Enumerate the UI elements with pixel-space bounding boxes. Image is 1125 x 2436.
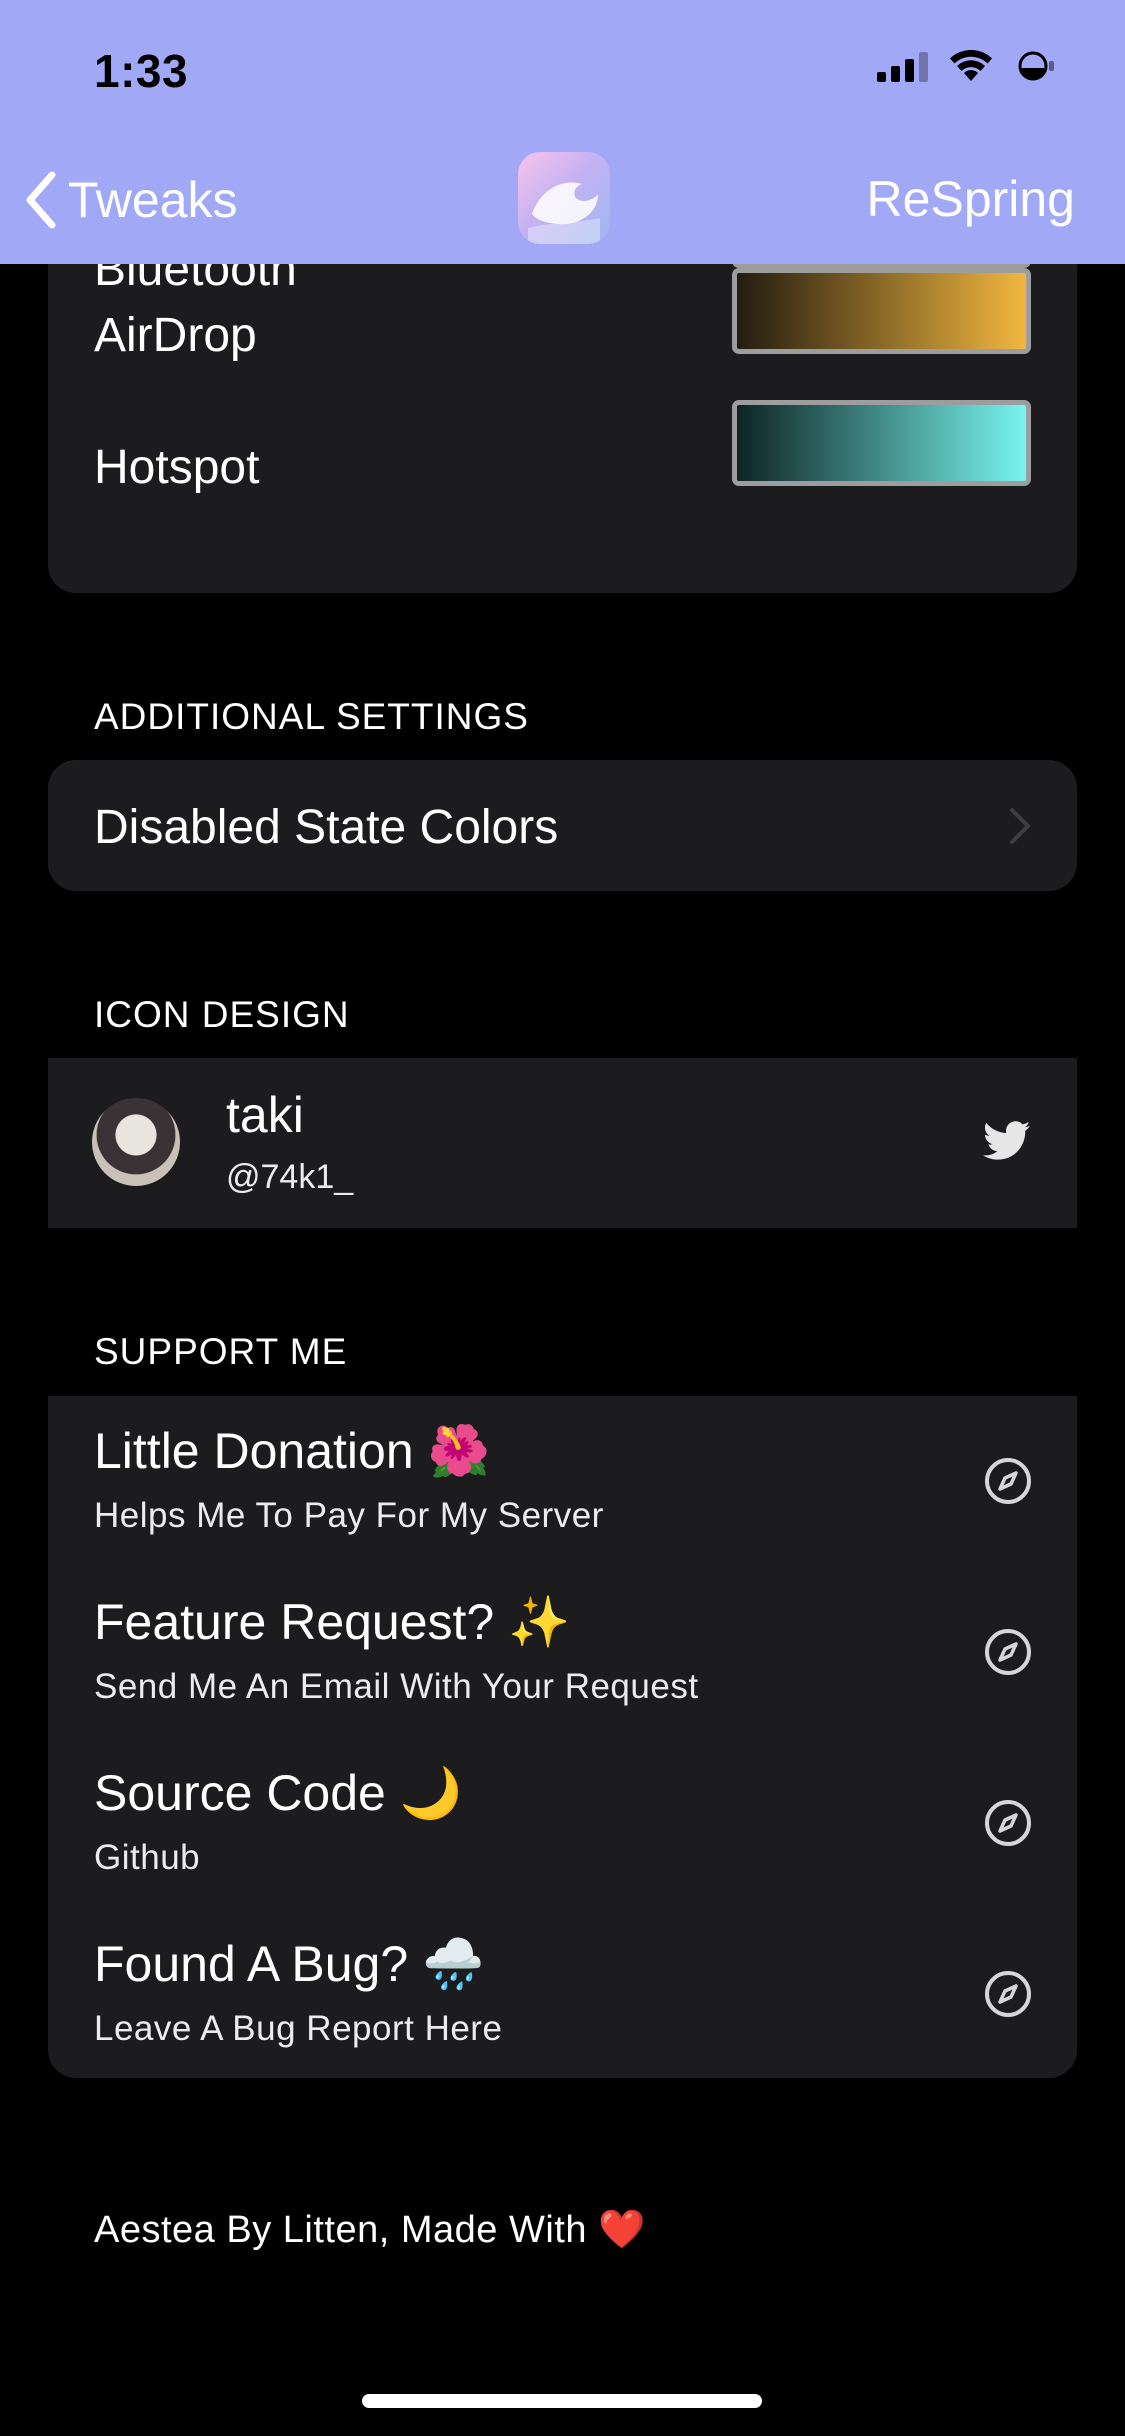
status-icons <box>877 50 1061 82</box>
support-row-source-code[interactable]: Source Code 🌙 Github <box>48 1738 1077 1909</box>
tweak-logo <box>518 152 610 244</box>
support-row-donation[interactable]: Little Donation 🌺 Helps Me To Pay For My… <box>48 1396 1077 1567</box>
cellular-signal-icon <box>877 52 928 82</box>
color-row-label: AirDrop <box>94 309 257 362</box>
battery-icon <box>1018 51 1054 81</box>
disabled-state-colors-label: Disabled State Colors <box>94 801 559 854</box>
support-row-feature-request[interactable]: Feature Request? ✨ Send Me An Email With… <box>48 1567 1077 1738</box>
support-row-subtitle: Helps Me To Pay For My Server <box>94 1496 604 1535</box>
compass-icon <box>985 1458 1031 1504</box>
support-row-subtitle: Github <box>94 1838 201 1877</box>
support-row-title: Found A Bug? 🌧️ <box>94 1936 485 1992</box>
status-time: 1:33 <box>94 45 189 97</box>
respring-button[interactable]: ReSpring <box>867 170 1075 228</box>
compass-icon <box>985 1800 1031 1846</box>
hotspot-color-swatch[interactable] <box>732 400 1031 486</box>
back-button-label: Tweaks <box>68 172 238 228</box>
support-row-title: Source Code 🌙 <box>94 1765 462 1821</box>
designer-credit-row[interactable]: taki @74k1_ <box>48 1058 1077 1228</box>
color-row-label: Hotspot <box>94 441 260 494</box>
twitter-icon[interactable] <box>983 1120 1031 1162</box>
support-group: Little Donation 🌺 Helps Me To Pay For My… <box>48 1396 1077 2078</box>
section-header-support-me: SUPPORT ME <box>94 1331 348 1372</box>
color-row-airdrop[interactable]: AirDrop <box>48 264 1077 396</box>
home-indicator <box>362 2394 762 2408</box>
wave-logo-icon <box>528 182 600 244</box>
back-button[interactable]: Tweaks <box>22 164 238 236</box>
compass-icon <box>985 1971 1031 2017</box>
support-row-title: Feature Request? ✨ <box>94 1594 571 1650</box>
compass-icon <box>985 1629 1031 1675</box>
wifi-icon <box>950 50 992 81</box>
disabled-state-colors-row[interactable]: Disabled State Colors <box>48 760 1077 891</box>
avatar <box>92 1098 180 1186</box>
chevron-left-icon <box>26 171 56 229</box>
navigation-bar: 1:33 Tweaks ReSpring <box>0 0 1125 264</box>
support-row-bug-report[interactable]: Found A Bug? 🌧️ Leave A Bug Report Here <box>48 1909 1077 2078</box>
color-row-hotspot[interactable]: Hotspot <box>48 396 1077 528</box>
support-row-title: Little Donation 🌺 <box>94 1423 490 1479</box>
section-header-icon-design: ICON DESIGN <box>94 994 350 1035</box>
footer-credits: Aestea By Litten, Made With ❤️ <box>94 2209 646 2251</box>
chevron-right-icon <box>1010 807 1030 844</box>
additional-settings-group: Disabled State Colors <box>48 760 1077 891</box>
designer-handle: @74k1_ <box>226 1158 354 1196</box>
section-header-additional-settings: ADDITIONAL SETTINGS <box>94 696 529 737</box>
airdrop-color-swatch[interactable] <box>732 268 1031 354</box>
support-row-subtitle: Send Me An Email With Your Request <box>94 1667 699 1706</box>
icon-design-group: taki @74k1_ <box>48 1058 1077 1228</box>
designer-name: taki <box>226 1087 304 1143</box>
support-row-subtitle: Leave A Bug Report Here <box>94 2009 503 2048</box>
